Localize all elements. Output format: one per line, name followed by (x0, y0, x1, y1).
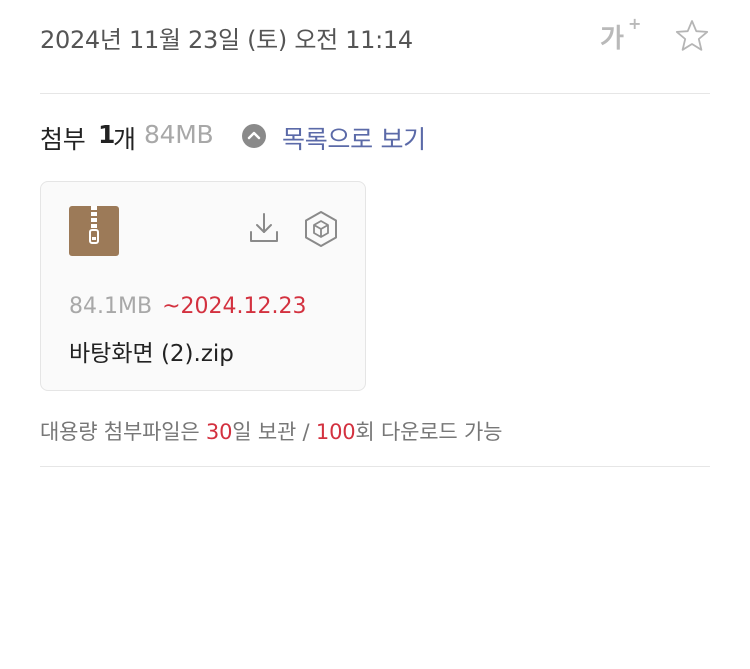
attachment-count-unit: 개 (113, 125, 136, 154)
attachment-divider (40, 466, 710, 467)
font-size-label: 가 (600, 24, 624, 54)
notice-retention-days: 30 (205, 420, 233, 444)
notice-text-3: 회 다운로드 가능 (355, 420, 503, 444)
file-expiry-date: ~2024.12.23 (162, 294, 307, 319)
download-icon[interactable] (247, 210, 281, 246)
notice-download-limit: 100 (315, 420, 356, 444)
file-size: 84.1MB (69, 294, 153, 319)
notice-text-1: 대용량 첨부파일은 (40, 420, 206, 444)
file-meta: 84.1MB ~2024.12.23 (69, 294, 306, 319)
zip-archive-icon (69, 206, 119, 256)
save-to-cloud-box-icon[interactable] (303, 210, 339, 248)
font-size-button[interactable]: 가 + (596, 14, 646, 54)
font-size-plus: + (628, 14, 642, 33)
attachment-label: 첨부 (40, 125, 86, 154)
large-attachment-notice: 대용량 첨부파일은 30일 보관 / 100회 다운로드 가능 (40, 416, 502, 446)
attachment-card[interactable]: 84.1MB ~2024.12.23 바탕화면 (2).zip (40, 181, 366, 391)
attachment-total-size: 84MB (144, 120, 214, 149)
header-divider (40, 93, 710, 94)
star-icon (675, 20, 709, 51)
star-button[interactable] (674, 18, 710, 54)
mail-header: 2024년 11월 23일 (토) 오전 11:14 가 + (40, 14, 710, 54)
chevron-up-circle-icon[interactable] (242, 124, 266, 148)
list-view-link[interactable]: 목록으로 보기 (282, 120, 426, 156)
notice-text-2: 일 보관 / (232, 420, 316, 444)
received-date: 2024년 11월 23일 (토) 오전 11:14 (40, 26, 413, 54)
attachment-summary: 첨부 1 개 84MB 목록으로 보기 (40, 118, 710, 154)
file-name[interactable]: 바탕화면 (2).zip (69, 334, 234, 368)
